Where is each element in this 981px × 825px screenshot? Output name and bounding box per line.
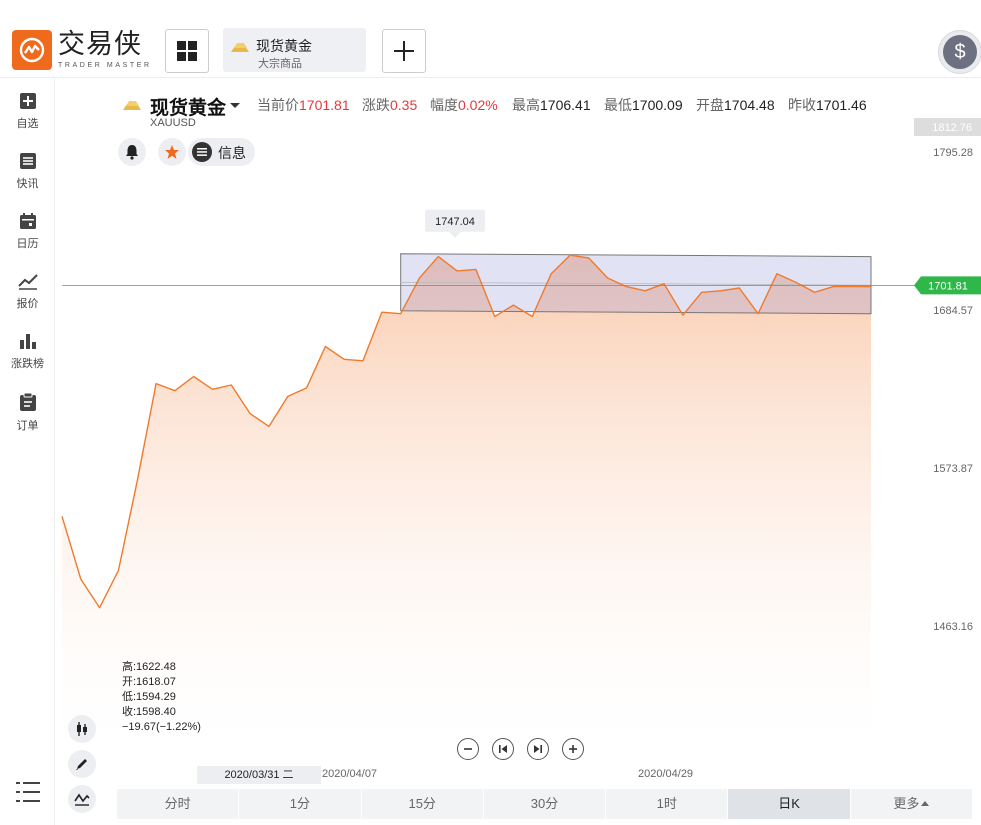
quote-value: 1701.81 (299, 97, 350, 113)
x-axis-date: 2020/04/29 (638, 768, 694, 780)
ohlc-low: 低:1594.29 (122, 691, 176, 703)
y-axis-tick-label: 1812.76 (932, 122, 972, 134)
period-tab-30m[interactable]: 30分 (484, 789, 607, 819)
quote-value: 1700.09 (632, 97, 683, 113)
quote-value: 0.02% (458, 97, 498, 113)
y-axis-tick-label: 1463.16 (933, 621, 973, 633)
skip-back-icon (499, 745, 507, 753)
period-tab-more[interactable]: 更多 (851, 789, 973, 819)
draw-tool-button[interactable] (68, 750, 96, 778)
ohlc-change: −19.67(−1.22%) (122, 721, 201, 733)
skip-forward-icon (534, 745, 542, 753)
caret-up-icon (921, 801, 930, 806)
crosshair-date: 2020/03/31 二 (197, 766, 321, 784)
period-tab-15m[interactable]: 15分 (362, 789, 484, 819)
quote-current: 当前价1701.81 (257, 95, 350, 115)
zoom-out-button[interactable] (457, 738, 479, 760)
period-tab-daily[interactable]: 日K (728, 789, 851, 819)
quote-value: 1706.41 (540, 97, 591, 113)
quote-label: 开盘 (696, 97, 724, 113)
info-list-icon (192, 142, 212, 162)
indicator-button[interactable] (68, 785, 96, 813)
quote-label: 最低 (604, 97, 632, 113)
quote-value: 0.35 (390, 97, 418, 113)
period-selector: 分时 1分 15分 30分 1时 日K 更多 (117, 789, 973, 819)
quote-label: 最高 (512, 97, 540, 113)
current-price-label: 1701.81 (928, 280, 968, 292)
y-axis-tick-label: 1573.87 (933, 463, 973, 475)
star-icon (165, 145, 179, 159)
tooltip-pointer (449, 231, 461, 238)
quote-label: 当前价 (257, 97, 299, 113)
ohlc-close: 收:1598.40 (122, 706, 176, 718)
x-axis-date: 2020/04/07 (322, 768, 378, 780)
period-more-label: 更多 (893, 796, 920, 811)
quote-percent: 幅度0.02% (430, 95, 498, 115)
candlestick-icon (77, 722, 87, 736)
favorite-button[interactable] (158, 138, 186, 166)
quote-high: 最高1706.41 (512, 95, 591, 115)
quote-label: 涨跌 (362, 97, 390, 113)
quote-change: 涨跌0.35 (362, 95, 417, 115)
minus-icon (464, 748, 472, 750)
pencil-icon (76, 759, 87, 770)
instrument-dropdown-icon[interactable] (230, 103, 240, 108)
bell-icon (126, 145, 138, 160)
candlestick-toggle-button[interactable] (68, 715, 96, 743)
indicator-icon (74, 793, 90, 806)
quote-low: 最低1700.09 (604, 95, 683, 115)
plus-icon (569, 745, 577, 753)
instrument-name[interactable]: 现货黄金 (150, 93, 226, 120)
period-tab-tick[interactable]: 分时 (117, 789, 240, 819)
ohlc-panel: 高:1622.48 开:1618.07 低:1594.29 收:1598.40 … (122, 660, 201, 735)
quote-prev-close: 昨收1701.46 (788, 95, 867, 115)
crosshair-value-label: 1747.04 (435, 216, 475, 228)
period-tab-1h[interactable]: 1时 (606, 789, 729, 819)
instrument-code: XAUUSD (150, 117, 196, 129)
gold-bar-icon (123, 101, 141, 110)
ohlc-high: 高:1622.48 (122, 661, 176, 673)
info-button[interactable]: 信息 (188, 138, 255, 166)
quote-open: 开盘1704.48 (696, 95, 775, 115)
quote-label: 幅度 (430, 97, 458, 113)
quote-label: 昨收 (788, 97, 816, 113)
y-axis-tick-label: 1795.28 (933, 147, 973, 159)
ohlc-open: 开:1618.07 (122, 676, 176, 688)
alert-button[interactable] (118, 138, 146, 166)
info-label: 信息 (218, 145, 246, 161)
jump-start-button[interactable] (492, 738, 514, 760)
y-axis-tick-label: 1684.57 (933, 305, 973, 317)
jump-end-button[interactable] (527, 738, 549, 760)
period-tab-1m[interactable]: 1分 (239, 789, 362, 819)
zoom-in-button[interactable] (562, 738, 584, 760)
quote-value: 1701.46 (816, 97, 867, 113)
quote-value: 1704.48 (724, 97, 775, 113)
